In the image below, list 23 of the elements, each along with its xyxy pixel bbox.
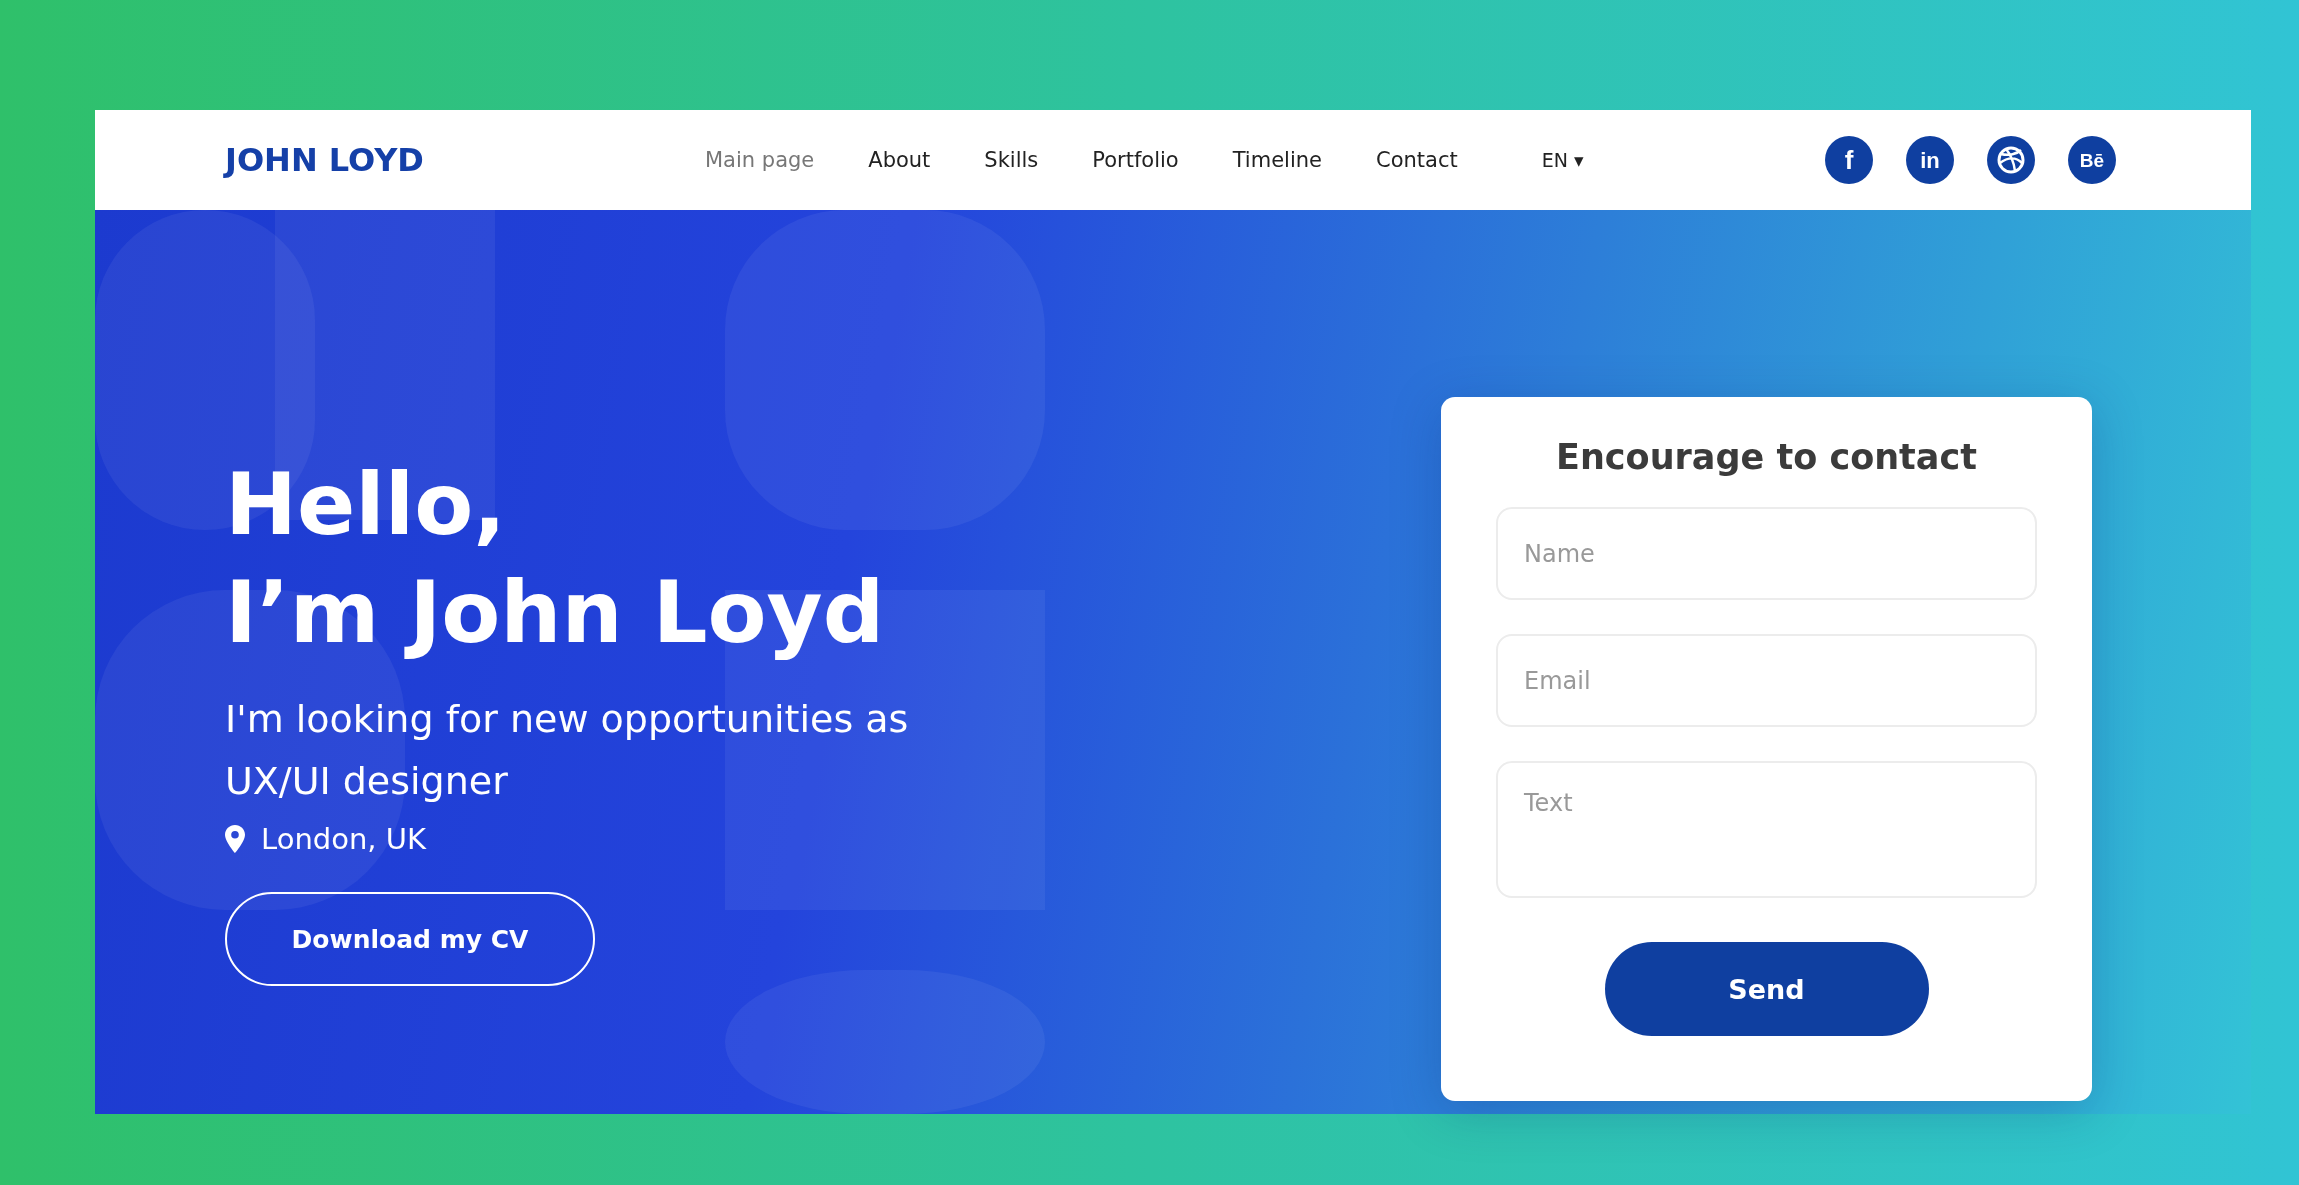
facebook-icon[interactable]: f (1825, 136, 1873, 184)
nav-link[interactable]: Timeline (1232, 148, 1322, 172)
location-pin-icon (225, 825, 245, 853)
language-selector[interactable]: EN ▾ (1541, 149, 1584, 171)
dribbble-icon[interactable] (1987, 136, 2035, 184)
form-title: Encourage to contact (1556, 437, 1977, 477)
send-button[interactable]: Send (1604, 942, 1929, 1036)
name-heading: I’m John Loyd (225, 561, 886, 664)
input-field[interactable]: Name (1496, 507, 2037, 600)
nav-link[interactable]: Portfolio (1092, 148, 1179, 172)
nav-link[interactable]: Main page (705, 148, 815, 172)
nav-link[interactable]: Contact (1376, 148, 1458, 172)
greeting-heading: Hello, (225, 453, 507, 556)
tagline-text: I'm looking for new opportunities as UX/UI designer (225, 696, 910, 805)
behance-icon[interactable]: Bē (2068, 136, 2116, 184)
nav-link[interactable]: Skills (984, 148, 1039, 172)
location-text: London, UK (261, 822, 426, 856)
input-field[interactable]: Email (1496, 634, 2037, 727)
download-cv-button[interactable]: Download my CV (225, 892, 595, 986)
message-field[interactable]: Text (1496, 761, 2037, 898)
linkedin-icon[interactable]: in (1906, 136, 1954, 184)
logo-text[interactable]: JOHN LOYD (225, 141, 705, 179)
nav-link[interactable]: About (868, 148, 931, 172)
